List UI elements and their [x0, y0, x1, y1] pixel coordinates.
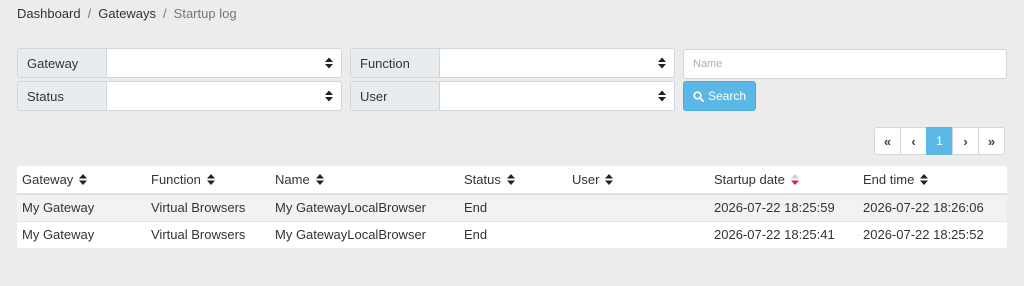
column-header-end-time[interactable]: End time — [858, 166, 1007, 195]
cell-name: My GatewayLocalBrowser — [270, 220, 459, 248]
status-filter-label: Status — [18, 82, 107, 110]
name-input[interactable] — [683, 49, 1007, 79]
sort-icon — [506, 174, 515, 185]
select-arrows-icon — [658, 90, 666, 102]
column-header-function[interactable]: Function — [146, 166, 270, 195]
cell-function: Virtual Browsers — [146, 194, 270, 221]
cell-end-time: 2026-07-22 18:26:06 — [858, 194, 1007, 221]
table-header-row: Gateway Function Name Status User Startu… — [17, 166, 1007, 195]
cell-status: End — [459, 194, 567, 221]
column-header-label: Name — [275, 172, 310, 187]
sort-icon — [79, 174, 88, 185]
cell-end-time: 2026-07-22 18:25:52 — [858, 220, 1007, 248]
user-filter: User — [350, 81, 675, 111]
sort-icon — [315, 174, 324, 185]
startup-log-table: Gateway Function Name Status User Startu… — [17, 166, 1007, 248]
gateway-select[interactable] — [107, 49, 341, 77]
column-header-gateway[interactable]: Gateway — [17, 166, 146, 195]
sort-icon — [920, 174, 929, 185]
breadcrumb: Dashboard / Gateways / Startup log — [17, 6, 237, 21]
function-select[interactable] — [440, 49, 674, 77]
cell-user — [567, 194, 709, 221]
select-arrows-icon — [325, 57, 333, 69]
search-icon — [693, 90, 704, 102]
breadcrumb-gateways-link[interactable]: Gateways — [98, 6, 156, 21]
cell-user — [567, 220, 709, 248]
select-arrows-icon — [325, 90, 333, 102]
column-header-label: Startup date — [714, 172, 785, 187]
cell-gateway: My Gateway — [17, 194, 146, 221]
sort-desc-icon — [790, 174, 799, 185]
cell-name: My GatewayLocalBrowser — [270, 194, 459, 221]
gateway-filter-label: Gateway — [18, 49, 107, 77]
cell-startup-date: 2026-07-22 18:25:59 — [709, 194, 858, 221]
page-1-button[interactable]: 1 — [926, 127, 953, 155]
status-select[interactable] — [107, 82, 341, 110]
function-filter: Function — [350, 48, 675, 78]
breadcrumb-separator: / — [163, 6, 167, 21]
column-header-label: Gateway — [22, 172, 74, 187]
pagination: « ‹ 1 › » — [874, 127, 1005, 155]
column-header-label: Status — [464, 172, 501, 187]
status-filter: Status — [17, 81, 342, 111]
column-header-user[interactable]: User — [567, 166, 709, 195]
gateway-filter: Gateway — [17, 48, 342, 78]
cell-function: Virtual Browsers — [146, 220, 270, 248]
breadcrumb-current: Startup log — [173, 6, 237, 21]
cell-startup-date: 2026-07-22 18:25:41 — [709, 220, 858, 248]
user-filter-label: User — [351, 82, 440, 110]
column-header-label: End time — [863, 172, 915, 187]
column-header-label: Function — [151, 172, 201, 187]
first-page-button[interactable]: « — [874, 127, 901, 155]
user-select[interactable] — [440, 82, 674, 110]
cell-status: End — [459, 220, 567, 248]
table-row[interactable]: My Gateway Virtual Browsers My GatewayLo… — [17, 194, 1007, 221]
last-page-button[interactable]: » — [978, 127, 1005, 155]
function-filter-label: Function — [351, 49, 440, 77]
next-page-button[interactable]: › — [952, 127, 979, 155]
breadcrumb-dashboard-link[interactable]: Dashboard — [17, 6, 81, 21]
search-button[interactable]: Search — [683, 81, 756, 111]
sort-icon — [605, 174, 614, 185]
table-row[interactable]: My Gateway Virtual Browsers My GatewayLo… — [17, 220, 1007, 248]
prev-page-button[interactable]: ‹ — [900, 127, 927, 155]
breadcrumb-separator: / — [87, 6, 92, 21]
column-header-label: User — [572, 172, 600, 187]
column-header-name[interactable]: Name — [270, 166, 459, 195]
sort-icon — [206, 174, 215, 185]
column-header-startup-date[interactable]: Startup date — [709, 166, 858, 195]
column-header-status[interactable]: Status — [459, 166, 567, 195]
cell-gateway: My Gateway — [17, 220, 146, 248]
search-button-label: Search — [707, 89, 747, 103]
select-arrows-icon — [658, 57, 666, 69]
